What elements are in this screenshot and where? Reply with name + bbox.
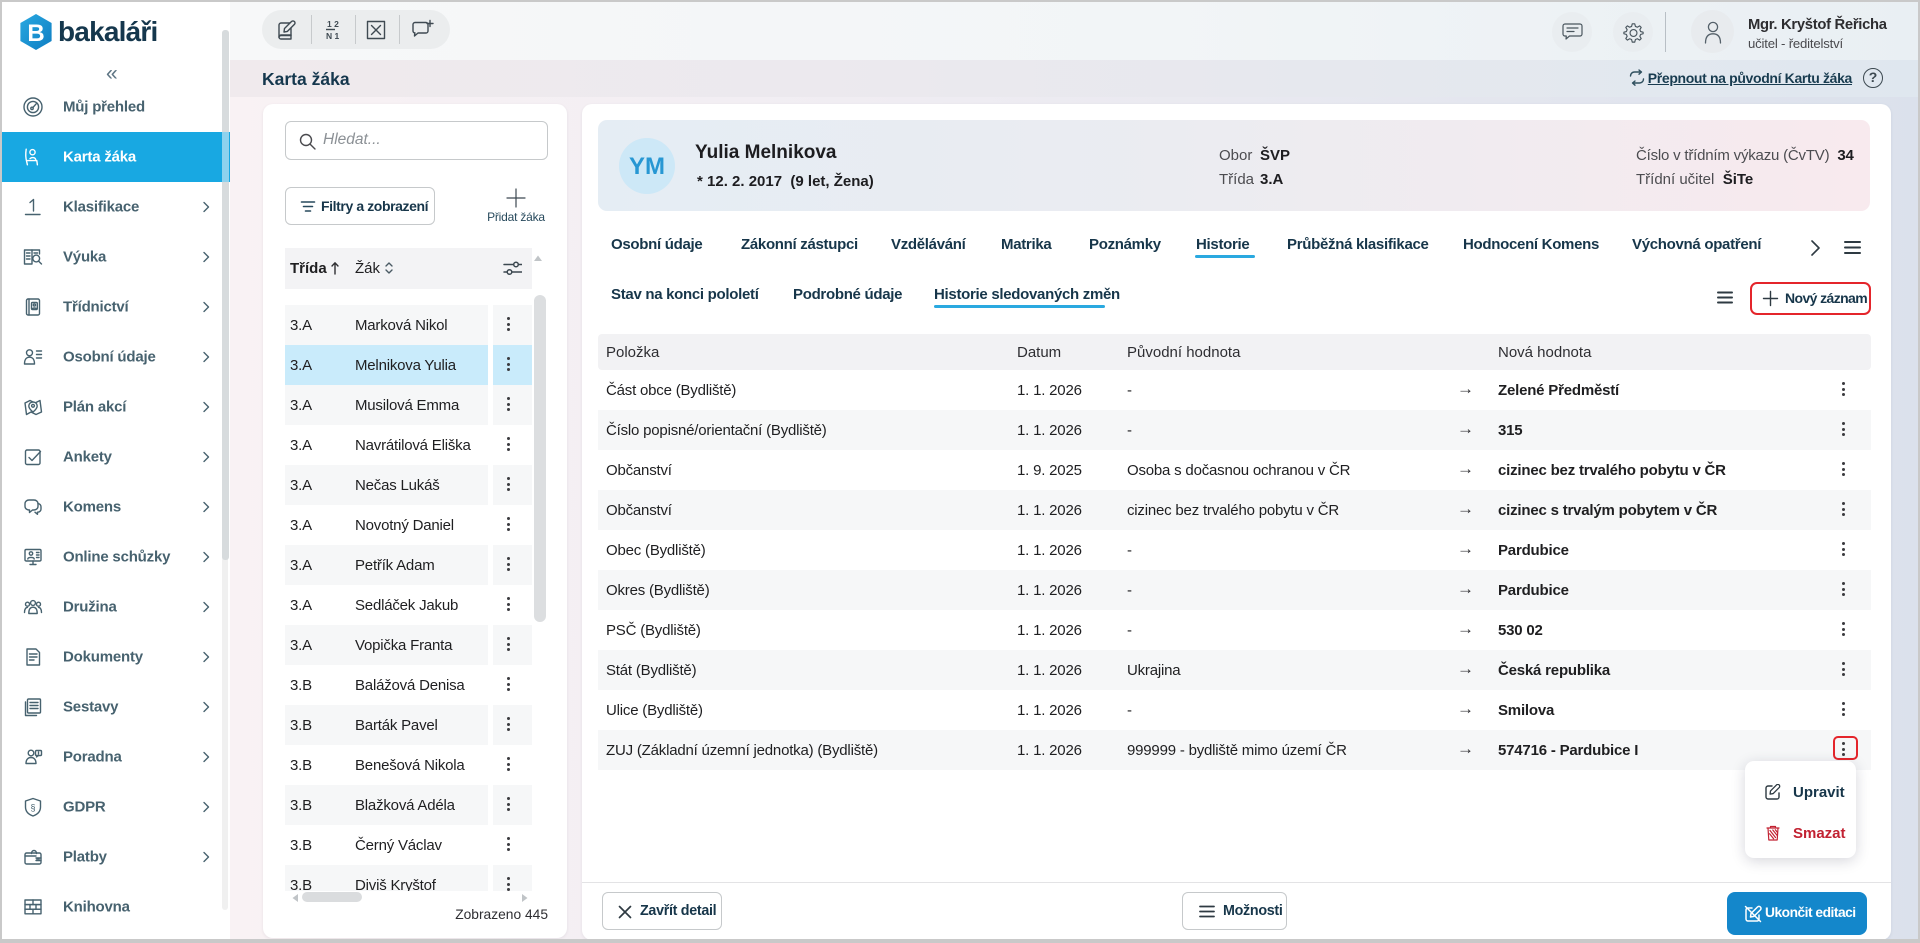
svg-text:1 2: 1 2: [327, 19, 339, 29]
svg-text:§: §: [30, 803, 35, 813]
svg-text:N 1: N 1: [326, 31, 340, 41]
svg-text:B: B: [27, 20, 44, 47]
